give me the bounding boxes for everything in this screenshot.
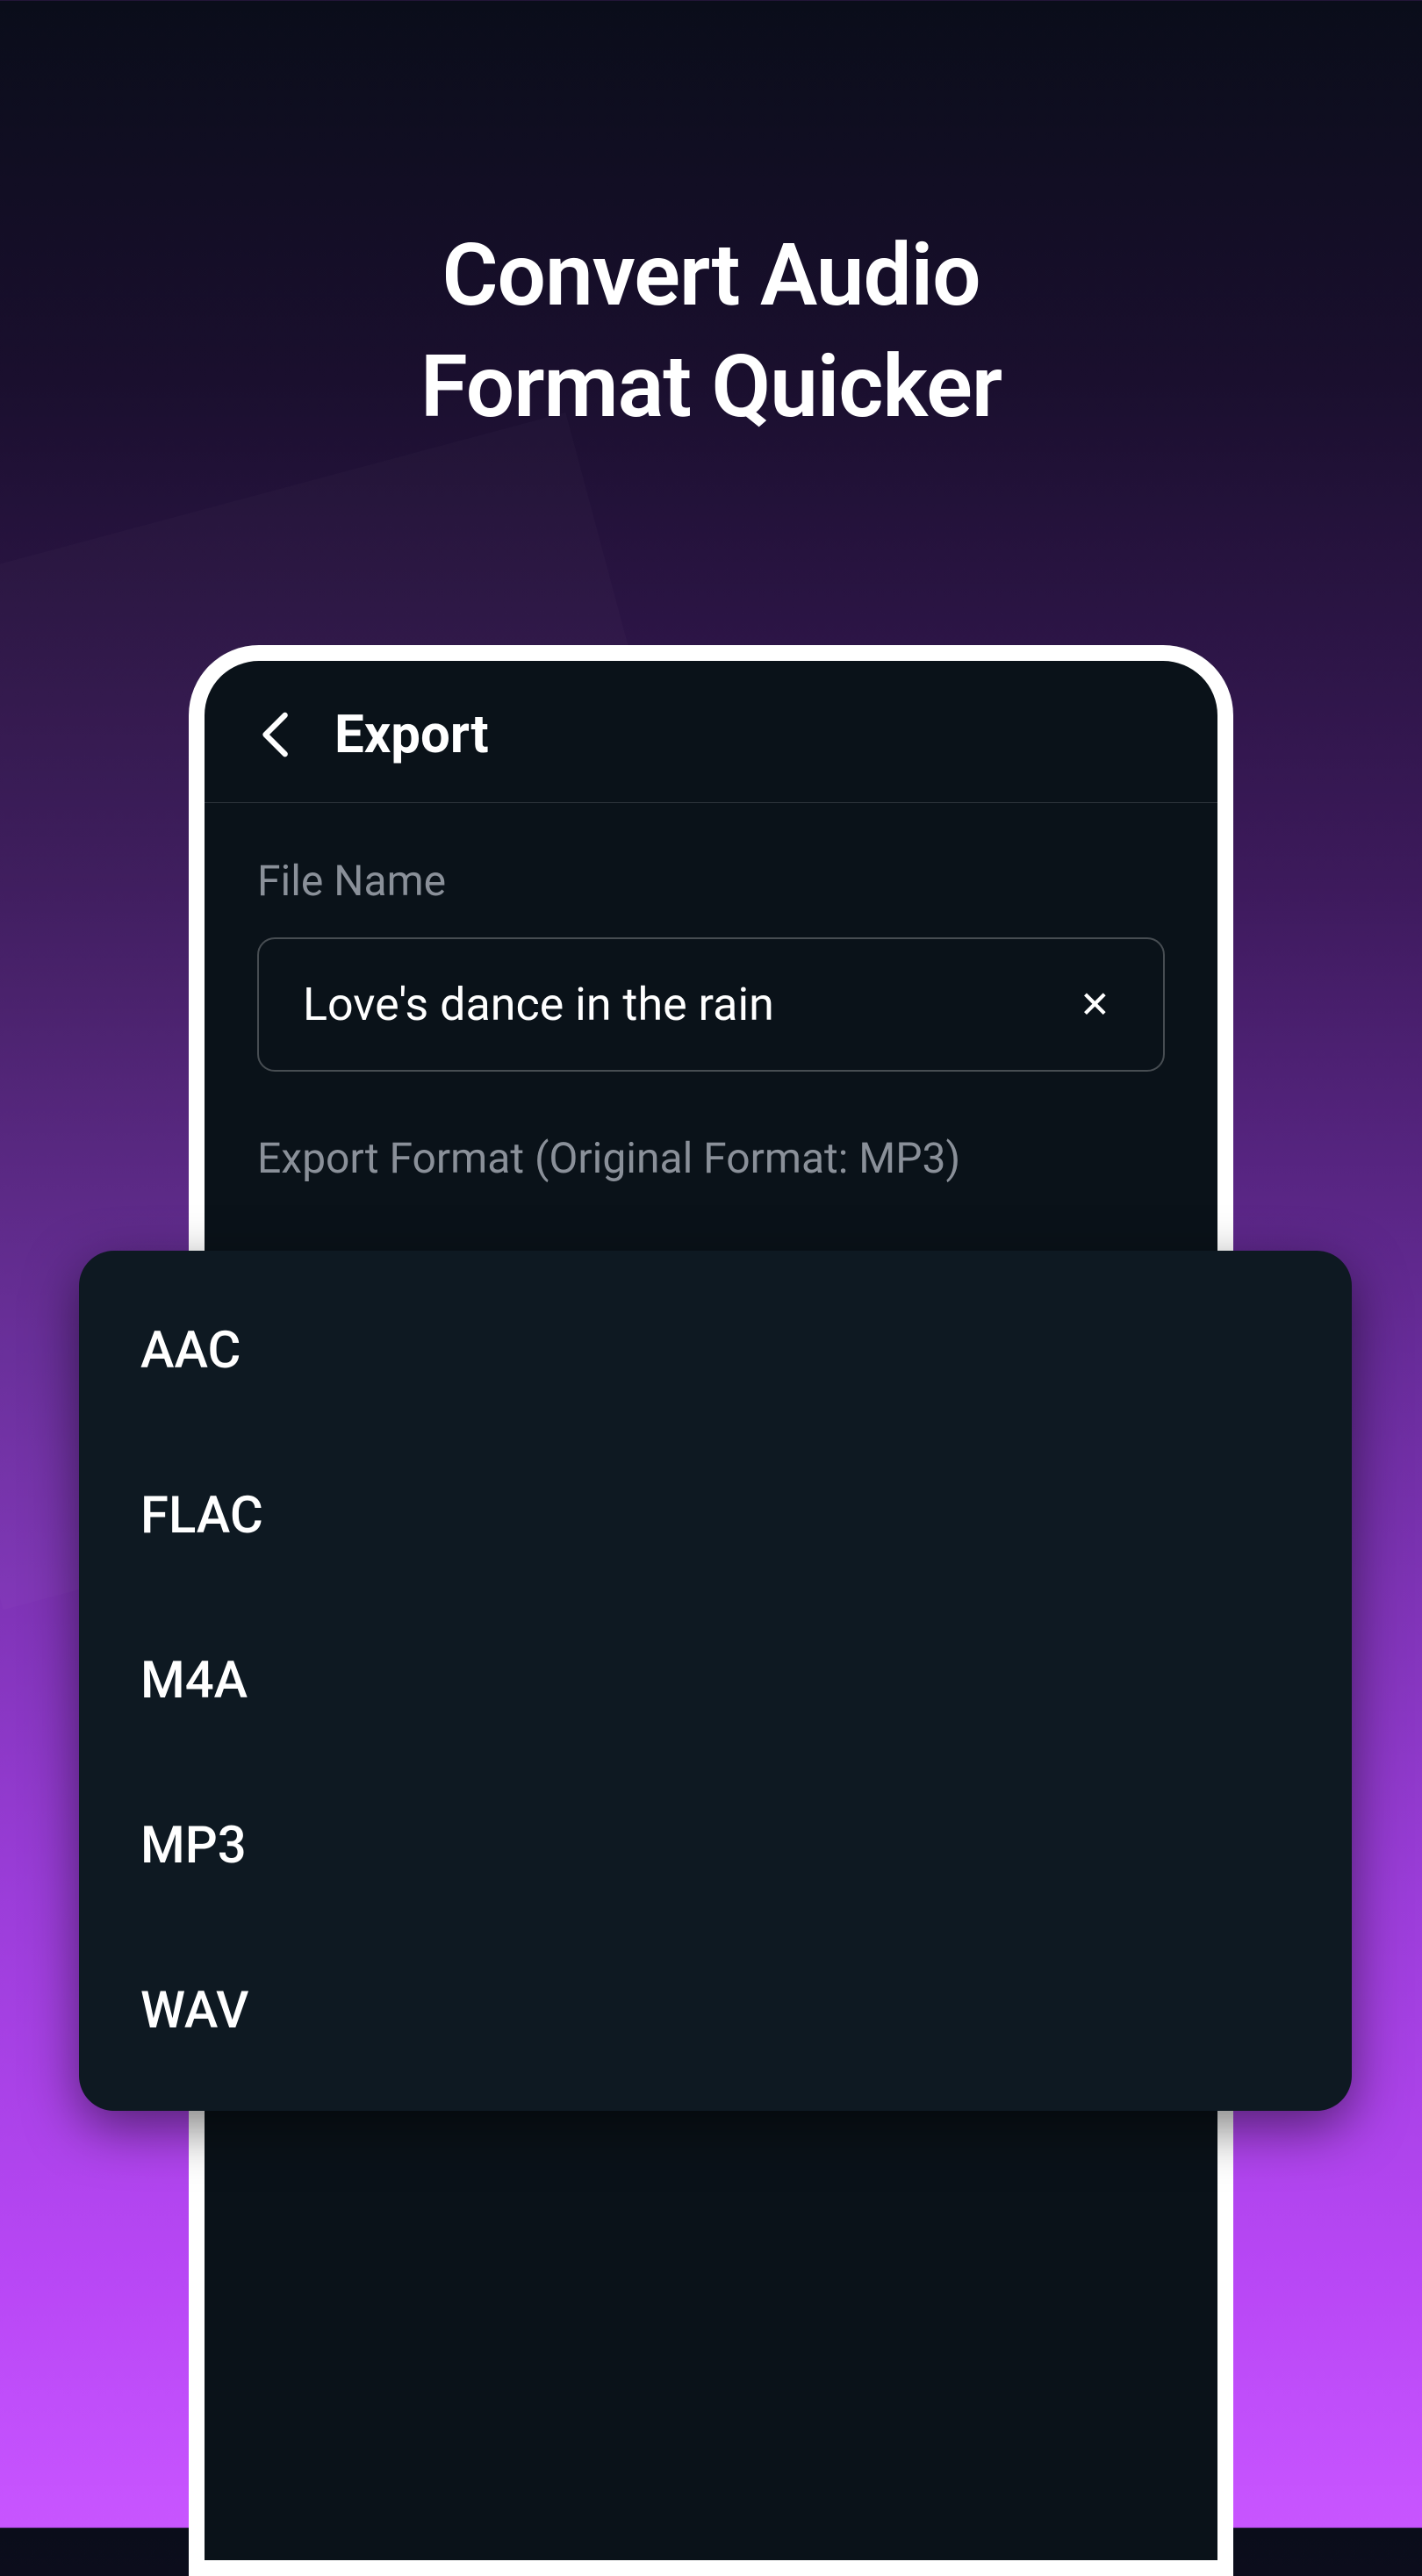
app-header: Export	[205, 661, 1217, 803]
marketing-title-line2: Format Quicker	[0, 331, 1422, 442]
format-option-mp3[interactable]: MP3	[79, 1763, 1352, 1928]
file-name-label: File Name	[257, 856, 1165, 906]
export-format-label: Export Format (Original Format: MP3)	[257, 1133, 1165, 1183]
clear-input-button[interactable]: ✕	[1071, 983, 1119, 1027]
file-name-input[interactable]: Love's dance in the rain ✕	[257, 937, 1165, 1072]
format-option-aac[interactable]: AAC	[79, 1268, 1352, 1433]
format-option-flac[interactable]: FLAC	[79, 1433, 1352, 1598]
marketing-title-line1: Convert Audio	[0, 219, 1422, 331]
file-name-value: Love's dance in the rain	[303, 978, 774, 1031]
format-option-wav[interactable]: WAV	[79, 1928, 1352, 2093]
content-section: File Name Love's dance in the rain ✕ Exp…	[205, 803, 1217, 1183]
back-button[interactable]	[257, 709, 291, 760]
format-dropdown-panel: AAC FLAC M4A MP3 WAV	[79, 1251, 1352, 2111]
page-title: Export	[334, 703, 489, 765]
marketing-title: Convert Audio Format Quicker	[0, 219, 1422, 443]
close-icon: ✕	[1080, 984, 1110, 1027]
chevron-left-icon	[257, 709, 291, 760]
format-option-m4a[interactable]: M4A	[79, 1598, 1352, 1763]
